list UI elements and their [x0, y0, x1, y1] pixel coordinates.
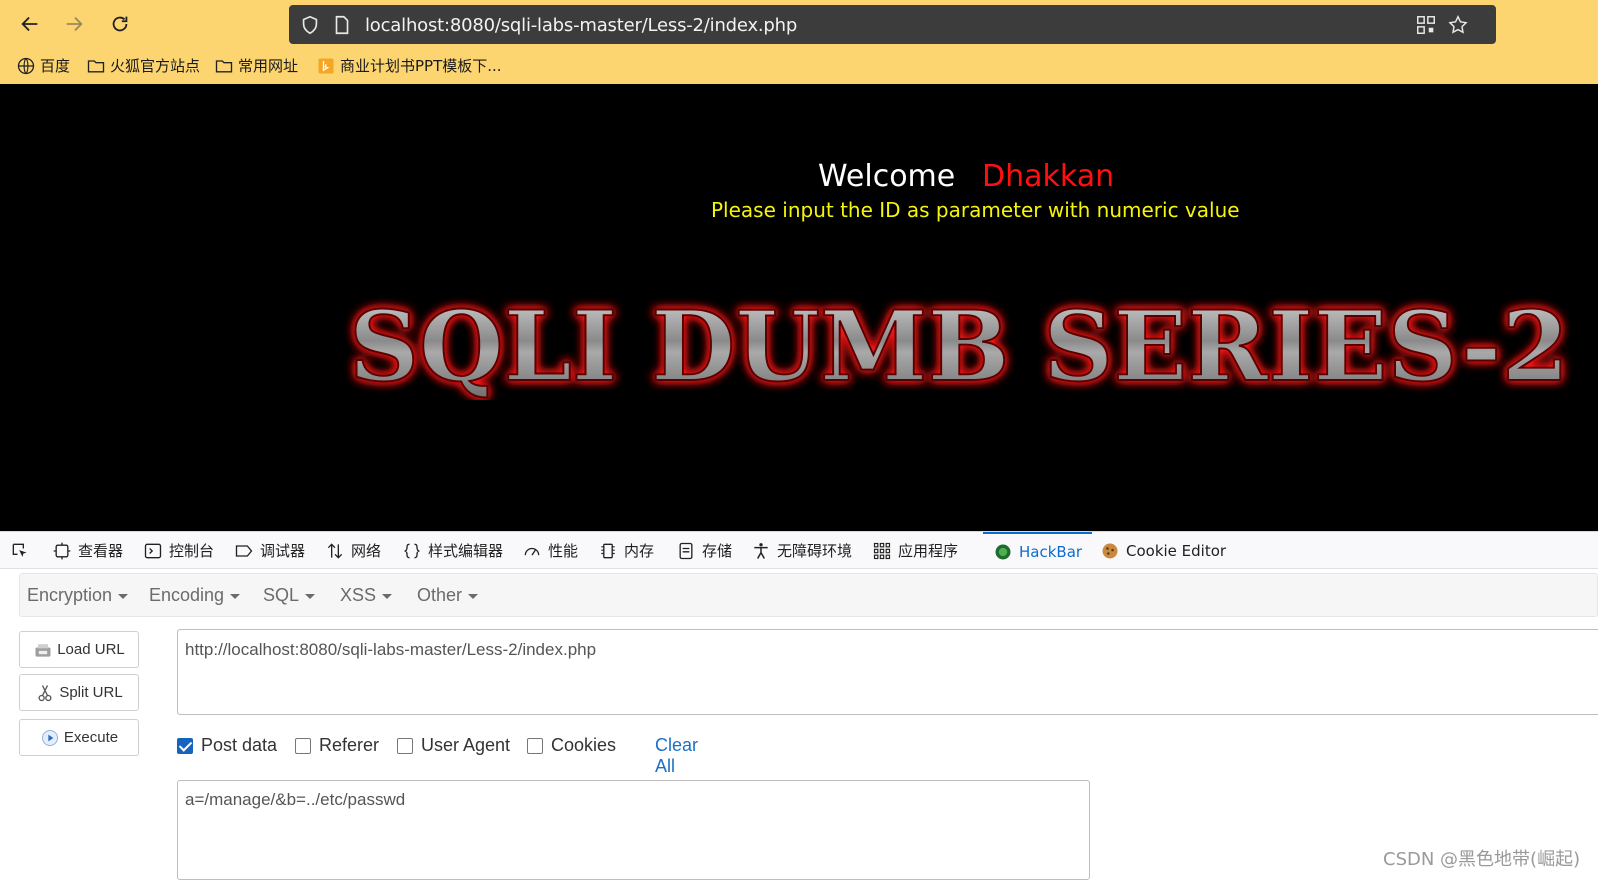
- welcome-name: Dhakkan: [982, 159, 1115, 194]
- url-textarea[interactable]: http://localhost:8080/sqli-labs-master/L…: [177, 629, 1598, 715]
- back-button[interactable]: [16, 10, 44, 38]
- menu-sql[interactable]: SQL: [263, 585, 316, 606]
- tab-inspector[interactable]: 查看器: [52, 532, 123, 569]
- checkbox[interactable]: [527, 737, 543, 754]
- menu-other[interactable]: Other: [417, 585, 479, 606]
- pick-element-icon: [12, 543, 27, 557]
- tab-performance[interactable]: 性能: [522, 532, 578, 569]
- bookmark-firefox-site[interactable]: 火狐官方站点: [86, 55, 200, 76]
- reload-button[interactable]: [106, 10, 134, 38]
- element-picker-button[interactable]: [10, 532, 30, 569]
- shield-icon[interactable]: [299, 14, 321, 36]
- accessibility-icon: [754, 542, 768, 559]
- menu-encoding[interactable]: Encoding: [149, 585, 241, 606]
- checkbox[interactable]: [397, 737, 413, 754]
- checkbox-checked[interactable]: [177, 737, 193, 754]
- gauge-icon: [524, 547, 540, 556]
- tab-accessibility[interactable]: 无障碍环境: [751, 532, 852, 569]
- caret-down-icon: [118, 594, 129, 599]
- memory-chip-icon: [601, 543, 615, 558]
- network-icon: [327, 542, 343, 559]
- debugger-icon: [235, 544, 253, 557]
- user-agent-checkbox[interactable]: User Agent: [397, 735, 510, 756]
- post-data-textarea[interactable]: a=/manage/&b=../etc/passwd: [177, 780, 1090, 880]
- caret-down-icon: [382, 594, 393, 599]
- tab-debugger[interactable]: 调试器: [234, 532, 305, 569]
- watermark: CSDN @黑色地带(崛起): [1383, 849, 1581, 870]
- hackbar-icon: [995, 544, 1011, 559]
- address-bar[interactable]: localhost:8080/sqli-labs-master/Less-2/i…: [289, 5, 1496, 44]
- hackbar-menubar: Encryption Encoding SQL XSS Other: [19, 573, 1598, 617]
- tab-network[interactable]: 网络: [325, 532, 381, 569]
- globe-icon: [17, 57, 35, 74]
- console-icon: [144, 543, 162, 558]
- bookmark-ppt-template[interactable]: 商业计划书PPT模板下...: [316, 55, 502, 76]
- devtools-tabbar: 查看器 控制台 调试器 网络 样式编辑器 性能 内存 存储 无障碍环境 应用程序…: [0, 531, 1598, 569]
- menu-xss[interactable]: XSS: [340, 585, 393, 606]
- forward-button[interactable]: [60, 10, 88, 38]
- grid-icon: [873, 542, 891, 559]
- arrow-left-icon: [21, 16, 38, 32]
- load-icon: [35, 643, 51, 657]
- hackbar-panel: Encryption Encoding SQL XSS Other Load U…: [0, 569, 1598, 880]
- checkbox[interactable]: [295, 737, 311, 754]
- post-data-checkbox[interactable]: Post data: [177, 735, 277, 756]
- referer-checkbox[interactable]: Referer: [295, 735, 379, 756]
- tab-console[interactable]: 控制台: [143, 532, 214, 569]
- tab-application[interactable]: 应用程序: [872, 532, 958, 569]
- welcome-text: Welcome: [818, 159, 956, 194]
- bookmarks-bar: 百度 火狐官方站点 常用网址 商业计划书PPT模板下...: [0, 52, 1598, 80]
- execute-button[interactable]: Execute: [19, 719, 139, 756]
- browser-toolbar: localhost:8080/sqli-labs-master/Less-2/i…: [0, 0, 1598, 84]
- folder-icon: [87, 59, 105, 72]
- bookmark-common-sites[interactable]: 常用网址: [214, 55, 298, 76]
- bing-icon: [318, 58, 334, 73]
- cookie-icon: [1102, 543, 1118, 558]
- bookmark-baidu[interactable]: 百度: [16, 55, 70, 76]
- sqli-banner: SQLI DUMB SERIES-2: [348, 296, 1570, 400]
- tab-cookie-editor[interactable]: Cookie Editor: [1100, 532, 1226, 569]
- tab-style-editor[interactable]: 样式编辑器: [402, 532, 503, 569]
- star-icon[interactable]: [1447, 14, 1469, 36]
- tab-storage[interactable]: 存储: [676, 532, 732, 569]
- qr-code-icon[interactable]: [1415, 14, 1437, 36]
- tab-memory[interactable]: 内存: [598, 532, 654, 569]
- play-icon: [41, 729, 58, 746]
- reload-icon: [112, 16, 128, 32]
- caret-down-icon: [468, 594, 479, 599]
- split-url-button[interactable]: Split URL: [19, 674, 139, 711]
- banner-text: SQLI DUMB SERIES-2: [349, 296, 1569, 400]
- page-icon: [335, 15, 349, 35]
- storage-icon: [679, 542, 693, 559]
- load-url-button[interactable]: Load URL: [19, 631, 139, 668]
- clear-all-link[interactable]: Clear All: [655, 735, 698, 777]
- menu-encryption[interactable]: Encryption: [27, 585, 129, 606]
- page-content: Welcome Dhakkan Please input the ID as p…: [0, 84, 1598, 531]
- inspector-icon: [53, 542, 71, 559]
- caret-down-icon: [305, 594, 316, 599]
- tab-hackbar[interactable]: HackBar: [983, 532, 1093, 569]
- scissors-icon: [38, 684, 52, 701]
- cookies-checkbox[interactable]: Cookies: [527, 735, 616, 756]
- braces-icon: [404, 543, 420, 558]
- caret-down-icon: [230, 594, 241, 599]
- url-text[interactable]: localhost:8080/sqli-labs-master/Less-2/i…: [365, 15, 797, 36]
- instruction-text: Please input the ID as parameter with nu…: [711, 198, 1240, 222]
- arrow-right-icon: [66, 16, 83, 32]
- folder-icon: [215, 59, 233, 72]
